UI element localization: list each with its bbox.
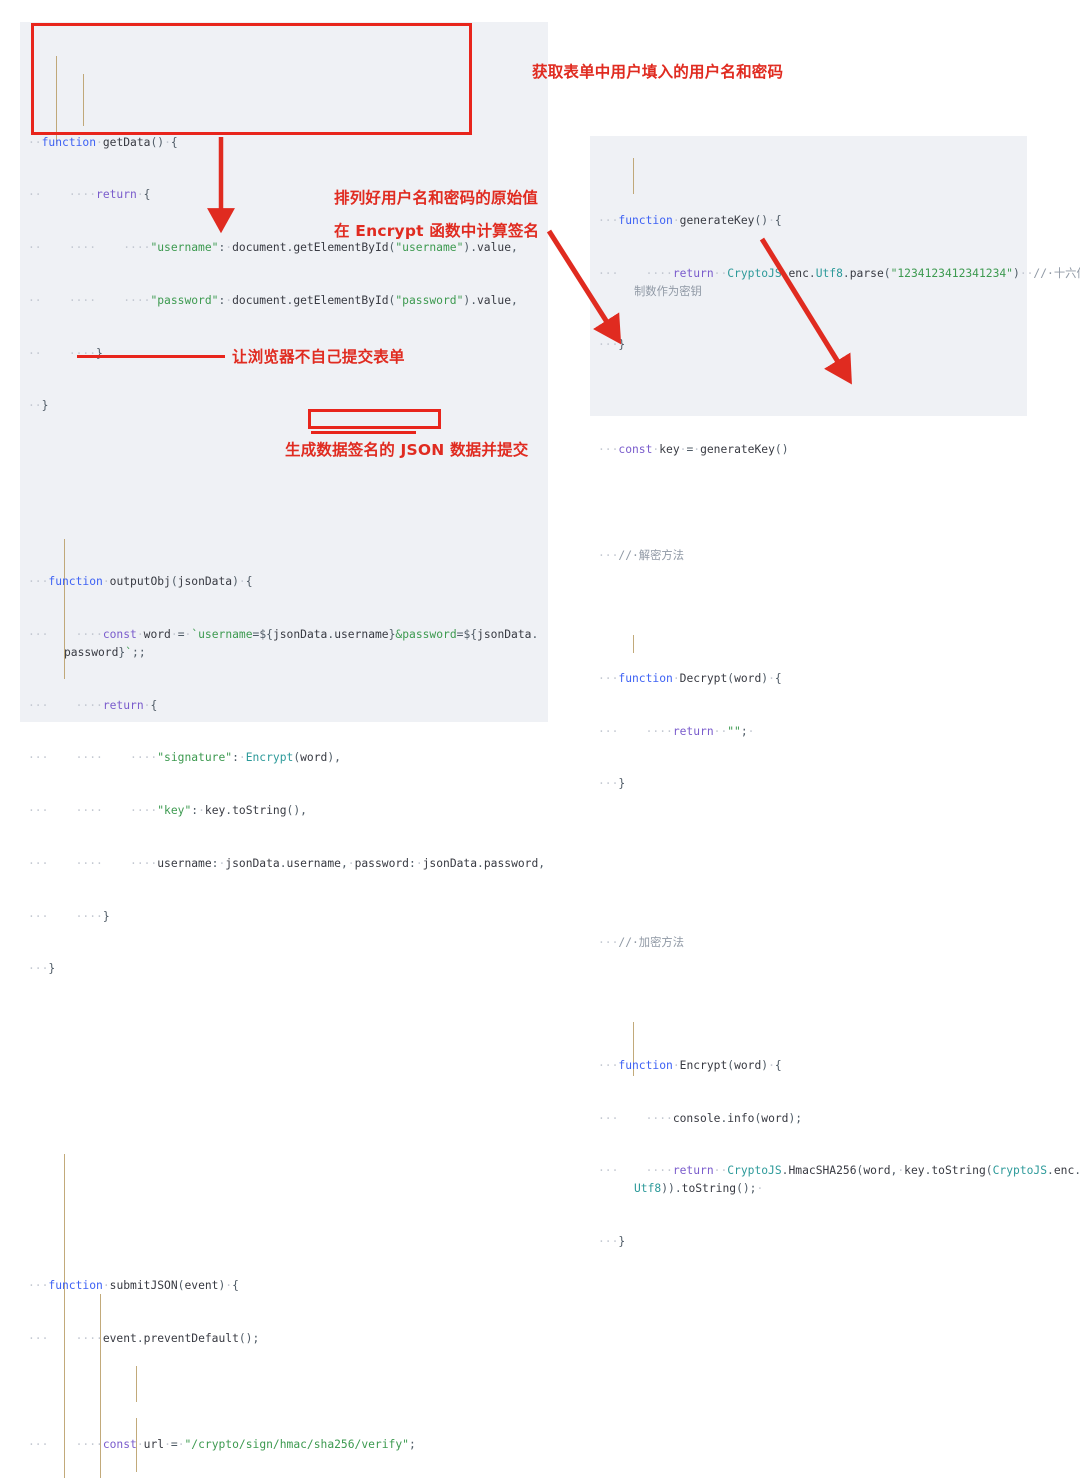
annotation-get-form-values: 获取表单中用户填入的用户名和密码 (532, 63, 784, 81)
annotation-compute-signature: 在 Encrypt 函数中计算签名 (334, 222, 540, 240)
code-line: ···} (28, 962, 56, 976)
code-line: ···function·submitJSON(event)·{ (28, 1279, 239, 1293)
screenshot-root: ··function·getData()·{ ·· ····return·{ ·… (0, 0, 1080, 1478)
code-line: ···//·加密方法 (598, 935, 684, 949)
code-line: ··· ····return··CryptoJS.HmacSHA256(word… (598, 1164, 1080, 1196)
indent-guide (64, 1154, 65, 1478)
indent-guide (136, 1454, 137, 1473)
arrow-sign-to-encrypt-fn (546, 229, 622, 345)
code-line: ···function·Encrypt(word)·{ (598, 1058, 782, 1072)
annotation-generate-json: 生成数据签名的 JSON 数据并提交 (285, 441, 529, 459)
code-line: ··· ····console.info(word); (598, 1111, 803, 1125)
arrow-key-to-hmac (759, 237, 852, 385)
annotation-arrange-raw-values: 排列好用户名和密码的原始值 (334, 189, 539, 207)
code-line: ··· ···· ····username:·jsonData.username… (28, 856, 546, 870)
code-line: ···} (598, 777, 626, 791)
code-line: ··· ···· ····"key":·key.toString(), (28, 804, 307, 818)
code-line: ···} (598, 1234, 626, 1248)
code-line: ··· ···· ····"signature":·Encrypt(word), (28, 751, 341, 765)
code-line: ··· ····const·url·=·"/crypto/sign/hmac/s… (28, 1437, 416, 1451)
code-line: ··· ····} (28, 909, 110, 923)
code-line: ··· ····event.preventDefault(); (28, 1331, 260, 1345)
annotation-prevent-default: 让浏览器不自己提交表单 (232, 348, 405, 366)
annotation-arrows (207, 137, 852, 385)
